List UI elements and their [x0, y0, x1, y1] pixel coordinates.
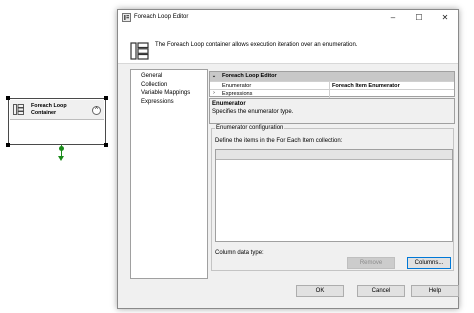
property-row-enumerator[interactable]: Enumerator Foreach Item Enumerator: [210, 81, 454, 90]
foreach-loop-icon: [13, 104, 24, 115]
minimize-button[interactable]: –: [384, 12, 402, 24]
collapse-chevron-icon[interactable]: ⌄: [211, 73, 217, 81]
property-description-panel: Enumerator Specifies the enumerator type…: [209, 98, 455, 124]
resize-handle-bottom-left[interactable]: [6, 143, 10, 147]
nav-item-general[interactable]: General: [141, 72, 207, 81]
property-grid-category: Foreach Loop Editor: [222, 73, 277, 79]
dialog-title: Foreach Loop Editor: [134, 14, 189, 20]
resize-handle-bottom-right[interactable]: [104, 143, 108, 147]
cancel-button[interactable]: Cancel: [357, 285, 405, 297]
resize-handle-top-right[interactable]: [104, 96, 108, 100]
connector-arrow-icon: [58, 156, 64, 161]
items-table[interactable]: [215, 149, 453, 242]
close-button[interactable]: ✕: [436, 12, 454, 24]
property-grid-header: ⌄ Foreach Loop Editor: [210, 72, 454, 81]
column-data-type-label: Column data type:: [215, 250, 264, 256]
foreach-loop-container[interactable]: Foreach Loop Container ^: [8, 98, 106, 145]
foreach-loop-editor-dialog: Foreach Loop Editor – ☐ ✕ The Foreach Lo…: [117, 9, 459, 309]
column-divider: [329, 90, 330, 98]
expand-chevron-icon[interactable]: ›: [211, 90, 217, 98]
description-text: Specifies the enumerator type.: [212, 109, 294, 115]
banner-description: The Foreach Loop container allows execut…: [155, 42, 358, 48]
nav-item-collection[interactable]: Collection: [141, 81, 207, 90]
enumerator-configuration-group: Enumerator configuration Define the item…: [211, 125, 454, 271]
nav-item-variable-mappings[interactable]: Variable Mappings: [141, 89, 207, 98]
nav-item-expressions[interactable]: Expressions: [141, 98, 207, 107]
description-title: Enumerator: [212, 101, 246, 107]
foreach-loop-icon: [130, 42, 149, 60]
title-bar[interactable]: Foreach Loop Editor – ☐ ✕: [118, 10, 458, 26]
collapse-button[interactable]: ^: [92, 106, 101, 115]
ok-button[interactable]: OK: [296, 285, 344, 297]
connector-start-dot: [59, 146, 64, 151]
maximize-button[interactable]: ☐: [410, 12, 428, 24]
items-table-header: [216, 150, 452, 160]
help-button[interactable]: Help: [411, 285, 459, 297]
resize-handle-top-left[interactable]: [6, 96, 10, 100]
property-name: Expressions: [222, 91, 253, 97]
foreach-loop-icon: [122, 13, 131, 22]
property-grid: ⌄ Foreach Loop Editor Enumerator Foreach…: [209, 71, 455, 98]
columns-button[interactable]: Columns...: [407, 257, 451, 269]
container-label: Foreach Loop Container: [31, 103, 67, 116]
collection-instructions: Define the items in the For Each Item co…: [215, 138, 343, 144]
property-row-expressions[interactable]: › Expressions: [210, 89, 454, 98]
container-header: Foreach Loop Container ^: [10, 100, 104, 120]
remove-button[interactable]: Remove: [347, 257, 395, 269]
page-navigation-list: General Collection Variable Mappings Exp…: [130, 69, 208, 279]
header-banner: The Foreach Loop container allows execut…: [118, 26, 458, 64]
group-legend: Enumerator configuration: [215, 125, 285, 131]
